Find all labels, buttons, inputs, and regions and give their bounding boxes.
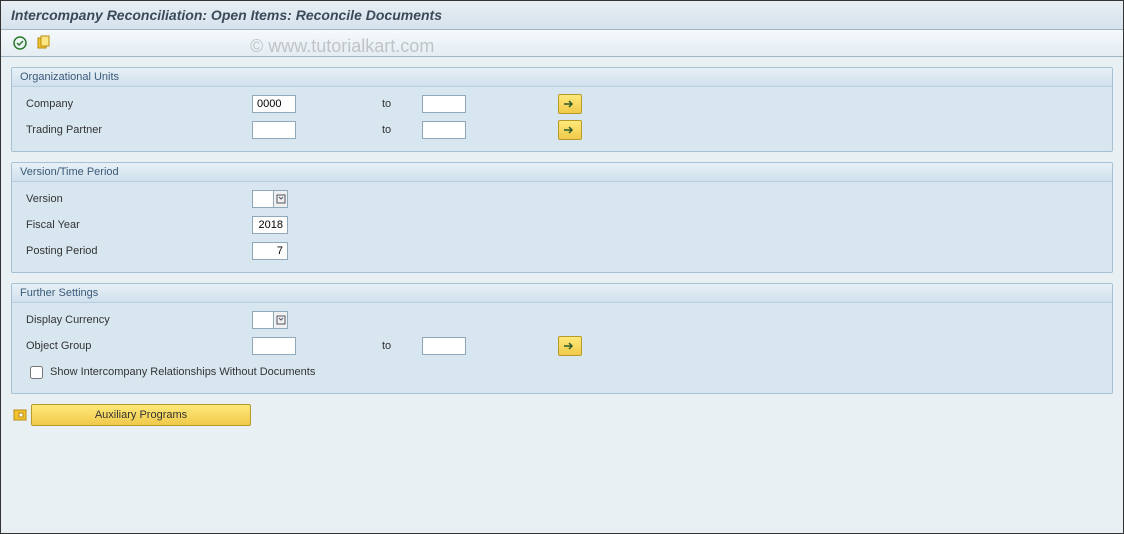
group-title-version: Version/Time Period bbox=[12, 163, 1112, 182]
group-further-settings: Further Settings Display Currency Object… bbox=[11, 283, 1113, 394]
group-organizational-units: Organizational Units Company to Trading … bbox=[11, 67, 1113, 152]
label-trading-partner: Trading Partner bbox=[22, 124, 252, 136]
label-objgroup-to: to bbox=[382, 340, 422, 352]
input-objgroup-to[interactable] bbox=[422, 337, 466, 355]
row-version: Version bbox=[22, 188, 1102, 210]
input-objgroup-from[interactable] bbox=[252, 337, 296, 355]
aux-programs-button[interactable]: Auxiliary Programs bbox=[31, 404, 251, 426]
content-area: Organizational Units Company to Trading … bbox=[1, 57, 1123, 436]
f4-currency-button[interactable] bbox=[274, 311, 288, 329]
group-title-org: Organizational Units bbox=[12, 68, 1112, 87]
label-fiscal-year: Fiscal Year bbox=[22, 219, 252, 231]
title-bar: Intercompany Reconciliation: Open Items:… bbox=[1, 1, 1123, 30]
row-aux-programs: Auxiliary Programs bbox=[11, 404, 1113, 426]
input-partner-to[interactable] bbox=[422, 121, 466, 139]
variant-icon[interactable] bbox=[35, 34, 53, 52]
multisel-objgroup-button[interactable] bbox=[558, 336, 582, 356]
input-company-to[interactable] bbox=[422, 95, 466, 113]
input-posting-period[interactable] bbox=[252, 242, 288, 260]
row-company: Company to bbox=[22, 93, 1102, 115]
multisel-partner-button[interactable] bbox=[558, 120, 582, 140]
page-title: Intercompany Reconciliation: Open Items:… bbox=[11, 7, 1113, 23]
label-posting-period: Posting Period bbox=[22, 245, 252, 257]
row-trading-partner: Trading Partner to bbox=[22, 119, 1102, 141]
input-version[interactable] bbox=[252, 190, 274, 208]
checkbox-show-relationships[interactable] bbox=[30, 366, 43, 379]
group-title-further: Further Settings bbox=[12, 284, 1112, 303]
row-display-currency: Display Currency bbox=[22, 309, 1102, 331]
input-company-from[interactable] bbox=[252, 95, 296, 113]
label-display-currency: Display Currency bbox=[22, 314, 252, 326]
toolbar bbox=[1, 30, 1123, 57]
row-object-group: Object Group to bbox=[22, 335, 1102, 357]
label-object-group: Object Group bbox=[22, 340, 252, 352]
expand-icon[interactable] bbox=[11, 404, 31, 426]
row-fiscal-year: Fiscal Year bbox=[22, 214, 1102, 236]
label-company-to: to bbox=[382, 98, 422, 110]
aux-programs-label: Auxiliary Programs bbox=[95, 409, 187, 421]
execute-icon[interactable] bbox=[11, 34, 29, 52]
row-show-relationships: Show Intercompany Relationships Without … bbox=[22, 361, 1102, 383]
input-display-currency[interactable] bbox=[252, 311, 274, 329]
multisel-company-button[interactable] bbox=[558, 94, 582, 114]
input-partner-from[interactable] bbox=[252, 121, 296, 139]
label-version: Version bbox=[22, 193, 252, 205]
group-version-time: Version/Time Period Version Fiscal Year … bbox=[11, 162, 1113, 273]
label-company: Company bbox=[22, 98, 252, 110]
f4-version-button[interactable] bbox=[274, 190, 288, 208]
label-show-relationships: Show Intercompany Relationships Without … bbox=[50, 366, 315, 378]
label-partner-to: to bbox=[382, 124, 422, 136]
input-fiscal-year[interactable] bbox=[252, 216, 288, 234]
row-posting-period: Posting Period bbox=[22, 240, 1102, 262]
